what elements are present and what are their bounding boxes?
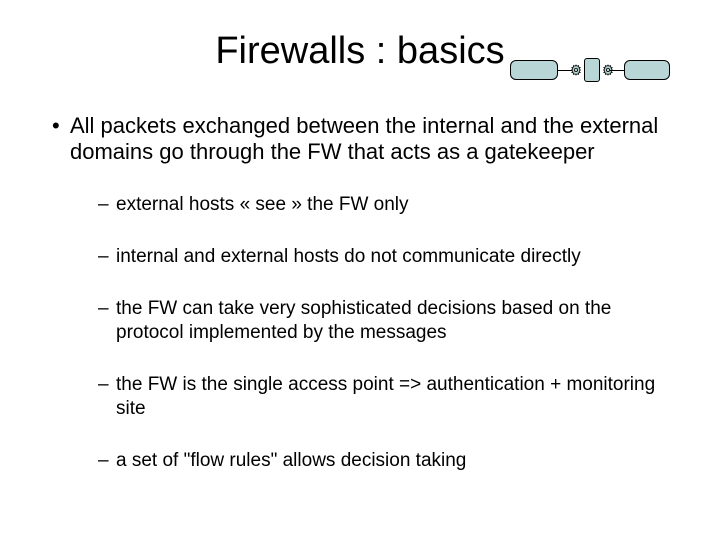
- title-row: Firewalls : basics: [40, 30, 680, 73]
- diagram-connector-right: [610, 70, 624, 71]
- slide: Firewalls : basics • All packets ex: [0, 0, 720, 540]
- firewall-diagram-icon: [510, 52, 670, 88]
- list-item: – internal and external hosts do not com…: [98, 245, 680, 269]
- sub-bullet-text: the FW is the single access point => aut…: [116, 373, 680, 421]
- sub-bullet-marker: –: [98, 373, 116, 397]
- bullet-marker: •: [52, 113, 70, 139]
- diagram-firewall-box: [584, 58, 600, 82]
- sub-bullet-marker: –: [98, 245, 116, 269]
- sub-bullet-text: internal and external hosts do not commu…: [116, 245, 581, 269]
- slide-body: • All packets exchanged between the inte…: [40, 113, 680, 473]
- sub-bullet-text: a set of "flow rules" allows decision ta…: [116, 449, 466, 473]
- list-item: – the FW is the single access point => a…: [98, 373, 680, 421]
- sub-bullet-marker: –: [98, 449, 116, 473]
- bullet-text: All packets exchanged between the intern…: [70, 113, 680, 165]
- sub-bullet-text: the FW can take very sophisticated decis…: [116, 297, 680, 345]
- sub-bullet-list: – external hosts « see » the FW only – i…: [52, 193, 680, 473]
- diagram-right-box: [624, 60, 670, 80]
- gear-icon: [570, 64, 582, 76]
- sub-bullet-text: external hosts « see » the FW only: [116, 193, 409, 217]
- list-item: – the FW can take very sophisticated dec…: [98, 297, 680, 345]
- list-item: – a set of "flow rules" allows decision …: [98, 449, 680, 473]
- sub-bullet-marker: –: [98, 297, 116, 321]
- sub-bullet-marker: –: [98, 193, 116, 217]
- page-title: Firewalls : basics: [215, 30, 504, 73]
- list-item: – external hosts « see » the FW only: [98, 193, 680, 217]
- bullet-item: • All packets exchanged between the inte…: [52, 113, 680, 165]
- diagram-left-box: [510, 60, 558, 80]
